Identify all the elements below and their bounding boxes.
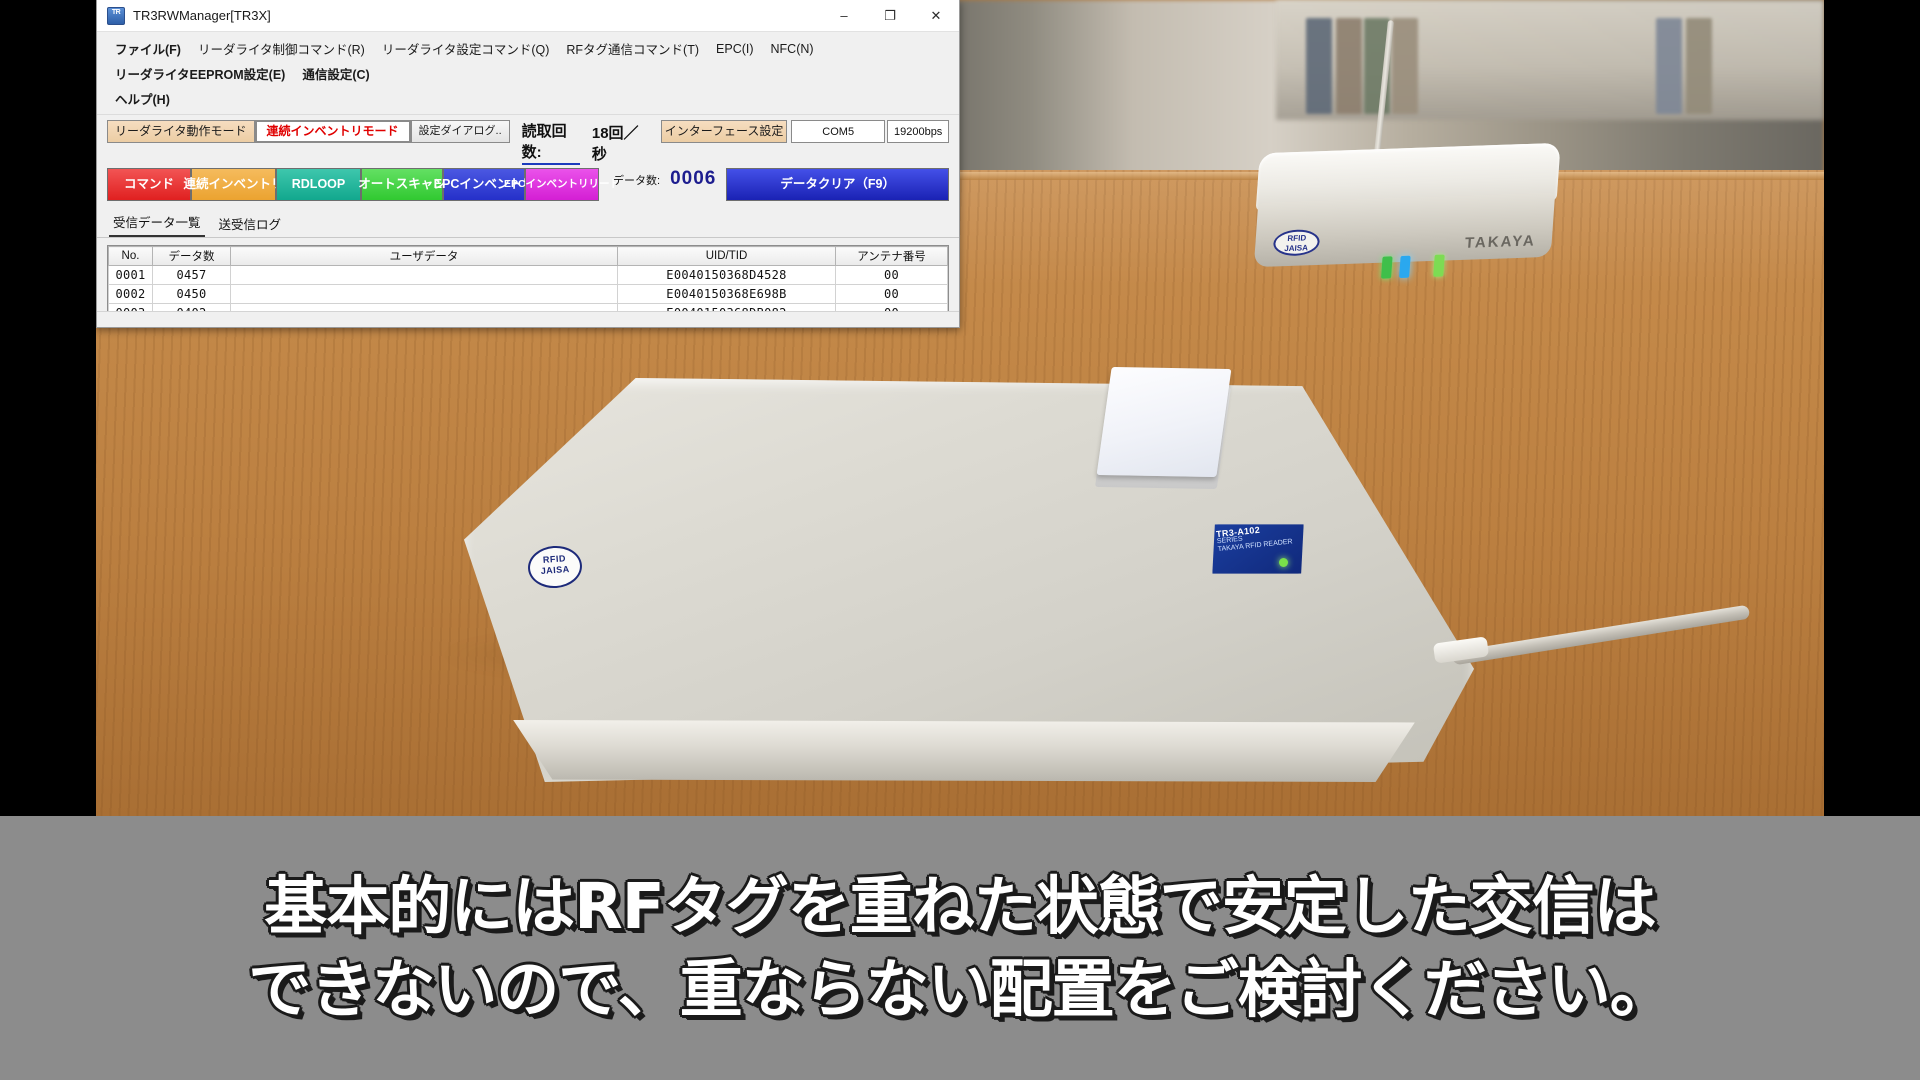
tab-bar: 受信データ一覧 送受信ログ [97,204,959,238]
tab-comm-log[interactable]: 送受信ログ [215,212,286,237]
tab-received-data-list[interactable]: 受信データ一覧 [109,210,205,237]
pad-model-sticker: TR3-A102 SERIES TAKAYA RFID READER [1207,515,1309,583]
screen-root: RFID JAISA TAKAYA RFID JAISA TR3-A102 SE… [0,0,1920,1080]
rfid-card-top [1096,366,1232,478]
com-port-field[interactable]: COM5 [791,120,886,143]
menu-rftag-comm-command[interactable]: RFタグ通信コマンド(T) [558,36,708,61]
data-clear-button[interactable]: データクリア（F9） [726,168,949,201]
window-controls: – ❐ ✕ [821,0,959,32]
menu-nfc[interactable]: NFC(N) [763,39,823,59]
reader-logo-bottom: JAISA [1283,243,1309,254]
led-power [1433,254,1445,277]
led-res [1381,256,1393,279]
reader-front-face: RFID JAISA TAKAYA [1253,192,1556,279]
menu-help[interactable]: ヘルプ(H) [107,86,179,111]
column-header-count[interactable]: データ数 [152,246,231,266]
rfid-card-stack [1094,366,1232,492]
menu-reader-settings-command[interactable]: リーダライタ設定コマンド(Q) [374,36,559,61]
close-button[interactable]: ✕ [913,0,959,32]
menu-comm-settings[interactable]: 通信設定(C) [294,61,378,86]
column-header-no[interactable]: No. [108,246,153,266]
reader-brand-label: TAKAYA [1464,232,1537,252]
tr3rwmanager-window: TR TR3RWManager[TR3X] – ❐ ✕ ファイル(F) リーダラ… [96,0,960,328]
cell-antenna: 00 [835,284,948,304]
subtitle-band: 基本的にはRFタグを重ねた状態で安定した交信は できないので、重ならない配置をご… [0,816,1920,1080]
menu-file[interactable]: ファイル(F) [107,36,190,61]
background-book [1656,18,1682,114]
pad-read-led [1279,558,1288,567]
letterbox-left [0,0,96,816]
cell-count: 0457 [152,265,231,285]
background-book [1306,18,1332,114]
continuous-inventory-button[interactable]: 連続インベントリ [184,168,284,201]
cell-count: 0450 [152,284,231,304]
pad-logo-bottom: JAISA [540,563,571,576]
menu-epc[interactable]: EPC(I) [708,39,763,59]
data-count-label: データ数: [613,175,661,187]
data-count-value: 0006 [670,168,717,189]
rfid-antenna-pad: RFID JAISA TR3-A102 SERIES TAKAYA RFID R… [464,366,1474,782]
background-book [1336,18,1362,114]
window-statusbar [97,311,959,327]
subtitle-line-1: 基本的にはRFタグを重ねた状態で安定した交信は [264,869,1657,943]
background-book [1686,18,1712,114]
reader-logo-top: RFID [1287,233,1307,244]
settings-dialog-button[interactable]: 設定ダイアログ.. [410,120,510,143]
toolbar-row-mode: リーダライタ動作モード 連続インベントリモード 設定ダイアログ.. 読取回数: … [107,120,949,165]
read-count-value: 18回／秒 [591,124,639,163]
rfid-jaisa-logo-icon: RFID JAISA [1272,228,1321,257]
cell-uid: E0040150368D4528 [617,265,836,285]
window-title: TR3RWManager[TR3X] [133,8,271,23]
menu-bar: ファイル(F) リーダライタ制御コマンド(R) リーダライタ設定コマンド(Q) … [97,32,959,115]
menu-reader-eeprom-settings[interactable]: リーダライタEEPROM設定(E) [107,61,294,86]
cell-userdata [230,284,618,304]
maximize-button[interactable]: ❐ [867,0,913,32]
command-button[interactable]: コマンド [107,168,191,201]
toolbar: リーダライタ動作モード 連続インベントリモード 設定ダイアログ.. 読取回数: … [97,115,959,201]
data-count-display: データ数: 0006 [599,168,726,201]
pad-front-rim [513,720,1415,782]
cell-uid: E0040150368E698B [617,284,836,304]
column-header-uid-tid[interactable]: UID/TID [617,246,836,266]
window-titlebar: TR TR3RWManager[TR3X] – ❐ ✕ [97,0,959,32]
column-header-antenna[interactable]: アンテナ番号 [835,246,948,266]
reader-operation-mode-button[interactable]: リーダライタ動作モード [107,120,255,143]
subtitle-line-2: できないので、重ならない配置をご検討ください。 [248,953,1672,1026]
interface-settings-button[interactable]: インターフェース設定 [661,120,788,143]
epc-inventory-read-button[interactable]: EPCインベントリリード [504,168,620,201]
toolbar-row-commands: コマンド 連続インベントリ RDLOOP オートスキャン EPCインベントリ E… [107,168,949,201]
minimize-button[interactable]: – [821,0,867,32]
takaya-reader-device: RFID JAISA TAKAYA [1251,142,1561,279]
cell-antenna: 00 [835,265,948,285]
baud-rate-field[interactable]: 19200bps [887,120,949,143]
table-row[interactable]: 0002 0450 E0040150368E698B 00 [108,284,948,304]
cell-userdata [230,265,618,285]
read-count-label: 読取回数: [521,120,580,165]
letterbox-right [1824,0,1920,816]
auto-scan-button[interactable]: オートスキャン [358,168,446,201]
read-count-display: 読取回数: 18回／秒 [510,120,661,165]
led-busy [1399,255,1411,279]
table-header-row: No. データ数 ユーザデータ UID/TID アンテナ番号 [108,246,948,266]
column-header-userdata[interactable]: ユーザデータ [230,246,618,266]
current-mode-display[interactable]: 連続インベントリモード [254,120,411,143]
rdloop-button[interactable]: RDLOOP [276,168,361,201]
app-icon: TR [107,6,125,25]
menu-reader-control-command[interactable]: リーダライタ制御コマンド(R) [190,36,374,61]
table-row[interactable]: 0001 0457 E0040150368D4528 00 [108,265,948,285]
background-book [1392,18,1418,114]
cell-no: 0002 [108,284,153,304]
cell-no: 0001 [108,265,153,285]
